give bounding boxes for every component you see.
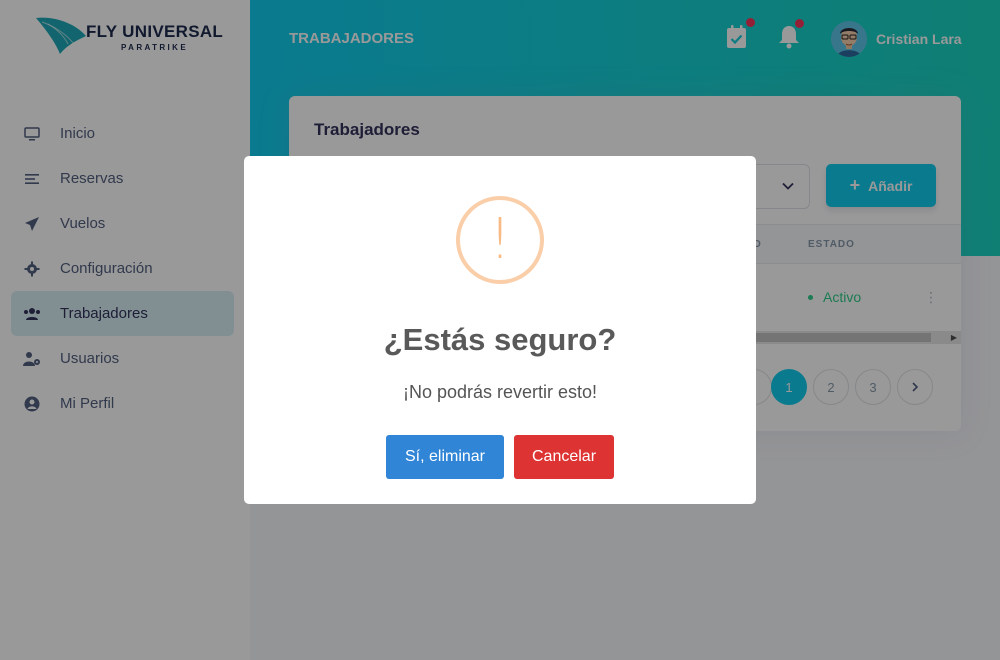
dialog-message: ¡No podrás revertir esto! xyxy=(402,382,598,402)
confirm-delete-button[interactable]: Sí, eliminar xyxy=(386,435,504,479)
dialog-actions: Sí, eliminar Cancelar xyxy=(244,435,756,479)
dialog-title: ¿Estás seguro? xyxy=(383,322,617,357)
confirm-dialog: ! ¿Estás seguro? ¡No podrás revertir est… xyxy=(244,156,756,504)
warning-mark: ! xyxy=(488,207,512,272)
cancel-button[interactable]: Cancelar xyxy=(514,435,614,479)
warning-icon: ! xyxy=(456,196,544,284)
